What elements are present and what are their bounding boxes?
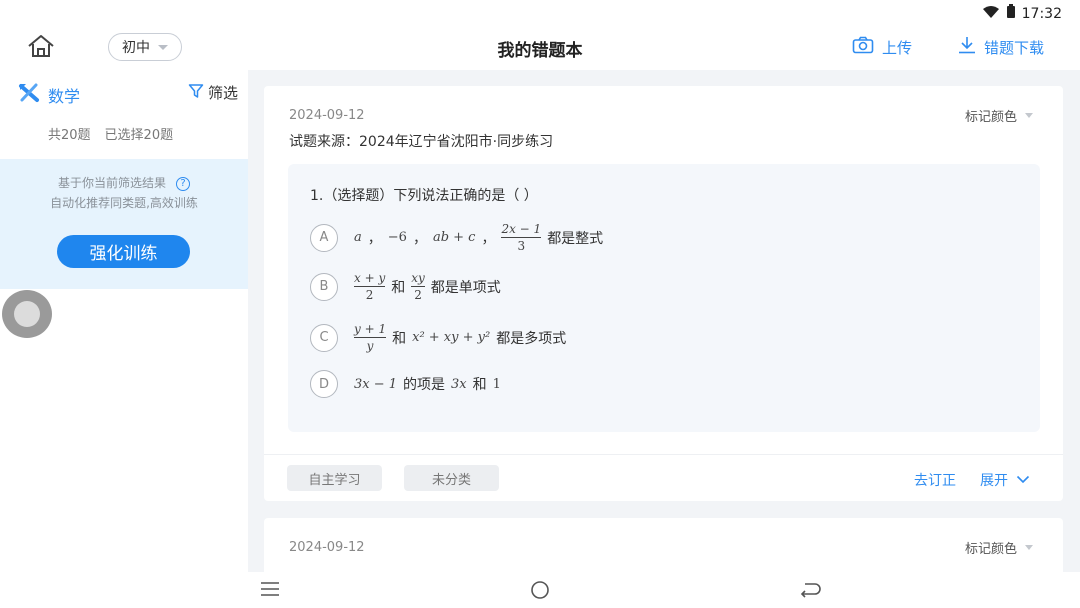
selected-count: 已选择20题 (104, 128, 174, 143)
menu-icon[interactable] (260, 581, 280, 601)
back-icon[interactable] (800, 581, 822, 603)
chevron-down-icon (1016, 472, 1030, 488)
mark-color-label: 标记颜色 (964, 542, 1017, 557)
filter-icon (188, 83, 204, 103)
option-letter: D (310, 370, 338, 398)
subject-label: 数学 (48, 87, 81, 106)
tag-self-study[interactable]: 自主学习 (287, 465, 382, 491)
upload-label: 上传 (882, 38, 913, 57)
fraction-denominator: 2 (414, 288, 422, 302)
math-tools-icon (18, 82, 40, 108)
status-icons: 17:32 (982, 4, 1062, 23)
total-count: 共20题 (48, 128, 91, 143)
camera-icon (852, 36, 874, 58)
option-content: x + y 2 和 xy 2 都是单项式 (354, 271, 501, 302)
option-a[interactable]: A a， −6， ab + c， 2x − 1 3 都是整式 (310, 222, 603, 253)
recommend-line-2: 自动化推荐同类题,高效训练 (50, 196, 198, 210)
tag-uncategorized[interactable]: 未分类 (404, 465, 499, 491)
expand-button[interactable]: 展开 (980, 470, 1030, 490)
recommend-text: 基于你当前筛选结果? 自动化推荐同类题,高效训练 (0, 173, 248, 213)
option-text: 都是整式 (547, 230, 604, 247)
download-icon (958, 36, 976, 58)
expand-label: 展开 (980, 473, 1008, 489)
main-content: 2024-09-12 标记颜色 试题来源：2024年辽宁省沈阳市·同步练习 1.… (248, 70, 1080, 572)
recommend-line-1-text: 基于你当前筛选结果 (57, 176, 166, 190)
grade-label: 初中 (122, 40, 150, 56)
chevron-down-icon (158, 44, 168, 50)
option-content: a， −6， ab + c， 2x − 1 3 都是整式 (354, 222, 604, 253)
math-term: ab + c (432, 230, 476, 245)
fraction: 2x − 1 3 (501, 222, 542, 253)
clock: 17:32 (1021, 5, 1062, 22)
question-box: 1.（选择题）下列说法正确的是（ ） A a， −6， ab + c， 2x −… (288, 164, 1040, 432)
question-card: 2024-09-12 标记颜色 (264, 518, 1063, 572)
intensive-training-button[interactable]: 强化训练 (57, 235, 190, 268)
math-term: 3x (451, 376, 467, 392)
card-divider (264, 454, 1063, 455)
option-d[interactable]: D 3x − 1 的项是 3x 和 1 (310, 370, 501, 398)
fraction-denominator: 3 (517, 239, 526, 253)
question-card: 2024-09-12 标记颜色 试题来源：2024年辽宁省沈阳市·同步练习 1.… (264, 86, 1063, 501)
option-content: 3x − 1 的项是 3x 和 1 (354, 374, 501, 394)
question-date: 2024-09-12 (289, 540, 365, 555)
option-text: 都是多项式 (496, 330, 567, 347)
fraction: xy 2 (411, 271, 425, 302)
help-icon[interactable]: ? (176, 176, 190, 191)
fraction-denominator: 2 (365, 288, 374, 302)
mark-color-label: 标记颜色 (964, 110, 1017, 125)
recommend-panel: 基于你当前筛选结果? 自动化推荐同类题,高效训练 强化训练 (0, 159, 248, 289)
option-letter: B (310, 272, 338, 301)
option-content: y + 1 y 和 x² + xy + y² 都是多项式 (354, 322, 566, 353)
fraction-numerator: xy (411, 271, 425, 285)
option-conjunction: 和 (392, 330, 407, 347)
subject-selector[interactable]: 数学 (18, 82, 80, 108)
upload-button[interactable]: 上传 (852, 36, 912, 58)
question-source: 试题来源：2024年辽宁省沈阳市·同步练习 (289, 134, 554, 150)
mark-color-dropdown[interactable]: 标记颜色 (965, 106, 1033, 125)
download-label: 错题下载 (984, 38, 1045, 57)
fraction: x + y 2 (354, 271, 386, 302)
recommend-line-1: 基于你当前筛选结果? (0, 173, 248, 193)
home-button[interactable] (24, 34, 58, 62)
question-counts: 共20题 已选择20题 (48, 124, 173, 143)
math-term: −6 (387, 230, 407, 245)
option-conjunction: 和 (391, 279, 406, 296)
home-nav-icon[interactable] (530, 580, 550, 604)
grade-dropdown[interactable]: 初中 (108, 33, 182, 61)
correct-button[interactable]: 去订正 (914, 470, 956, 490)
option-conjunction: 和 (472, 377, 487, 393)
download-button[interactable]: 错题下载 (958, 36, 1044, 58)
option-c[interactable]: C y + 1 y 和 x² + xy + y² 都是多项式 (310, 322, 566, 353)
chevron-down-icon (1025, 113, 1033, 118)
mark-color-dropdown[interactable]: 标记颜色 (965, 538, 1033, 557)
option-text: 都是单项式 (430, 279, 501, 296)
floating-assist-ball[interactable] (2, 290, 52, 338)
fraction-numerator: 2x − 1 (501, 222, 542, 236)
option-b[interactable]: B x + y 2 和 xy 2 都是单项式 (310, 271, 501, 302)
filter-button[interactable]: 筛选 (188, 82, 238, 103)
fraction-numerator: y + 1 (354, 322, 387, 336)
chevron-down-icon (1025, 545, 1033, 550)
filter-label: 筛选 (208, 84, 239, 102)
option-letter: A (310, 223, 338, 252)
math-term: x² + xy + y² (412, 330, 491, 345)
math-term: a (354, 230, 362, 245)
top-bar: 初中 我的错题本 上传 错题下载 (0, 26, 1080, 70)
system-nav-bar (0, 572, 1080, 608)
question-stem: 1.（选择题）下列说法正确的是（ ） (310, 188, 538, 204)
option-letter: C (310, 323, 338, 352)
home-icon (26, 33, 56, 63)
fraction-denominator: y (366, 339, 374, 353)
question-date: 2024-09-12 (289, 108, 365, 123)
math-term: 1 (492, 376, 501, 392)
fraction: y + 1 y (354, 322, 387, 353)
math-term: 3x − 1 (354, 376, 398, 392)
fraction-numerator: x + y (354, 271, 386, 285)
option-text: 的项是 (403, 377, 446, 393)
wifi-icon (982, 5, 1000, 23)
status-bar: 17:32 (0, 0, 1080, 26)
battery-icon (1006, 4, 1016, 23)
